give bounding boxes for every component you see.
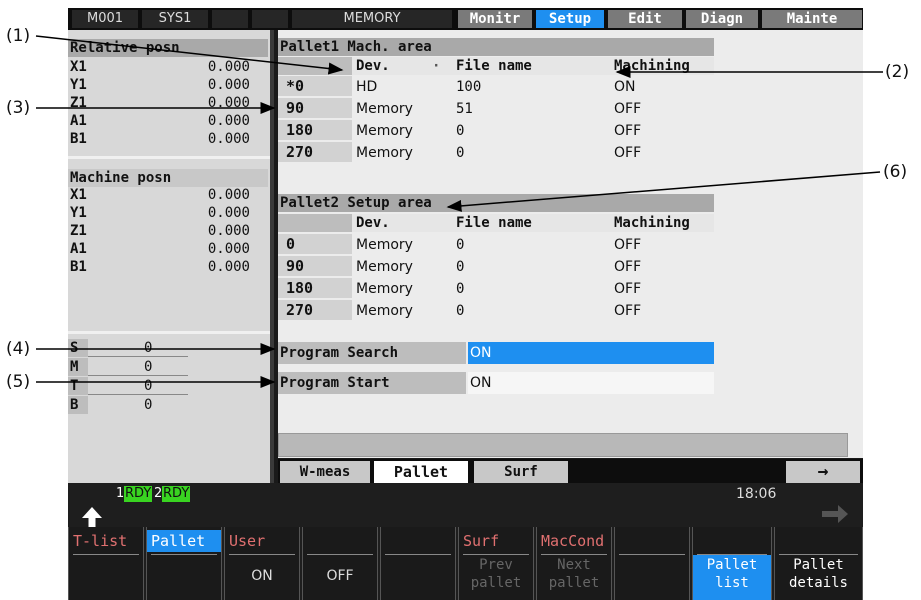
callout-2: (2) [885, 62, 910, 82]
callout-1: (1) [6, 26, 31, 46]
callout-4: (4) [6, 339, 31, 359]
callout-5: (5) [6, 372, 31, 392]
stage: M001 SYS1 MEMORY Monitr Setup Edit Diagn… [0, 0, 921, 600]
callout-lines [35, 35, 883, 388]
callout-3: (3) [6, 98, 31, 118]
callout-6: (6) [883, 162, 908, 182]
